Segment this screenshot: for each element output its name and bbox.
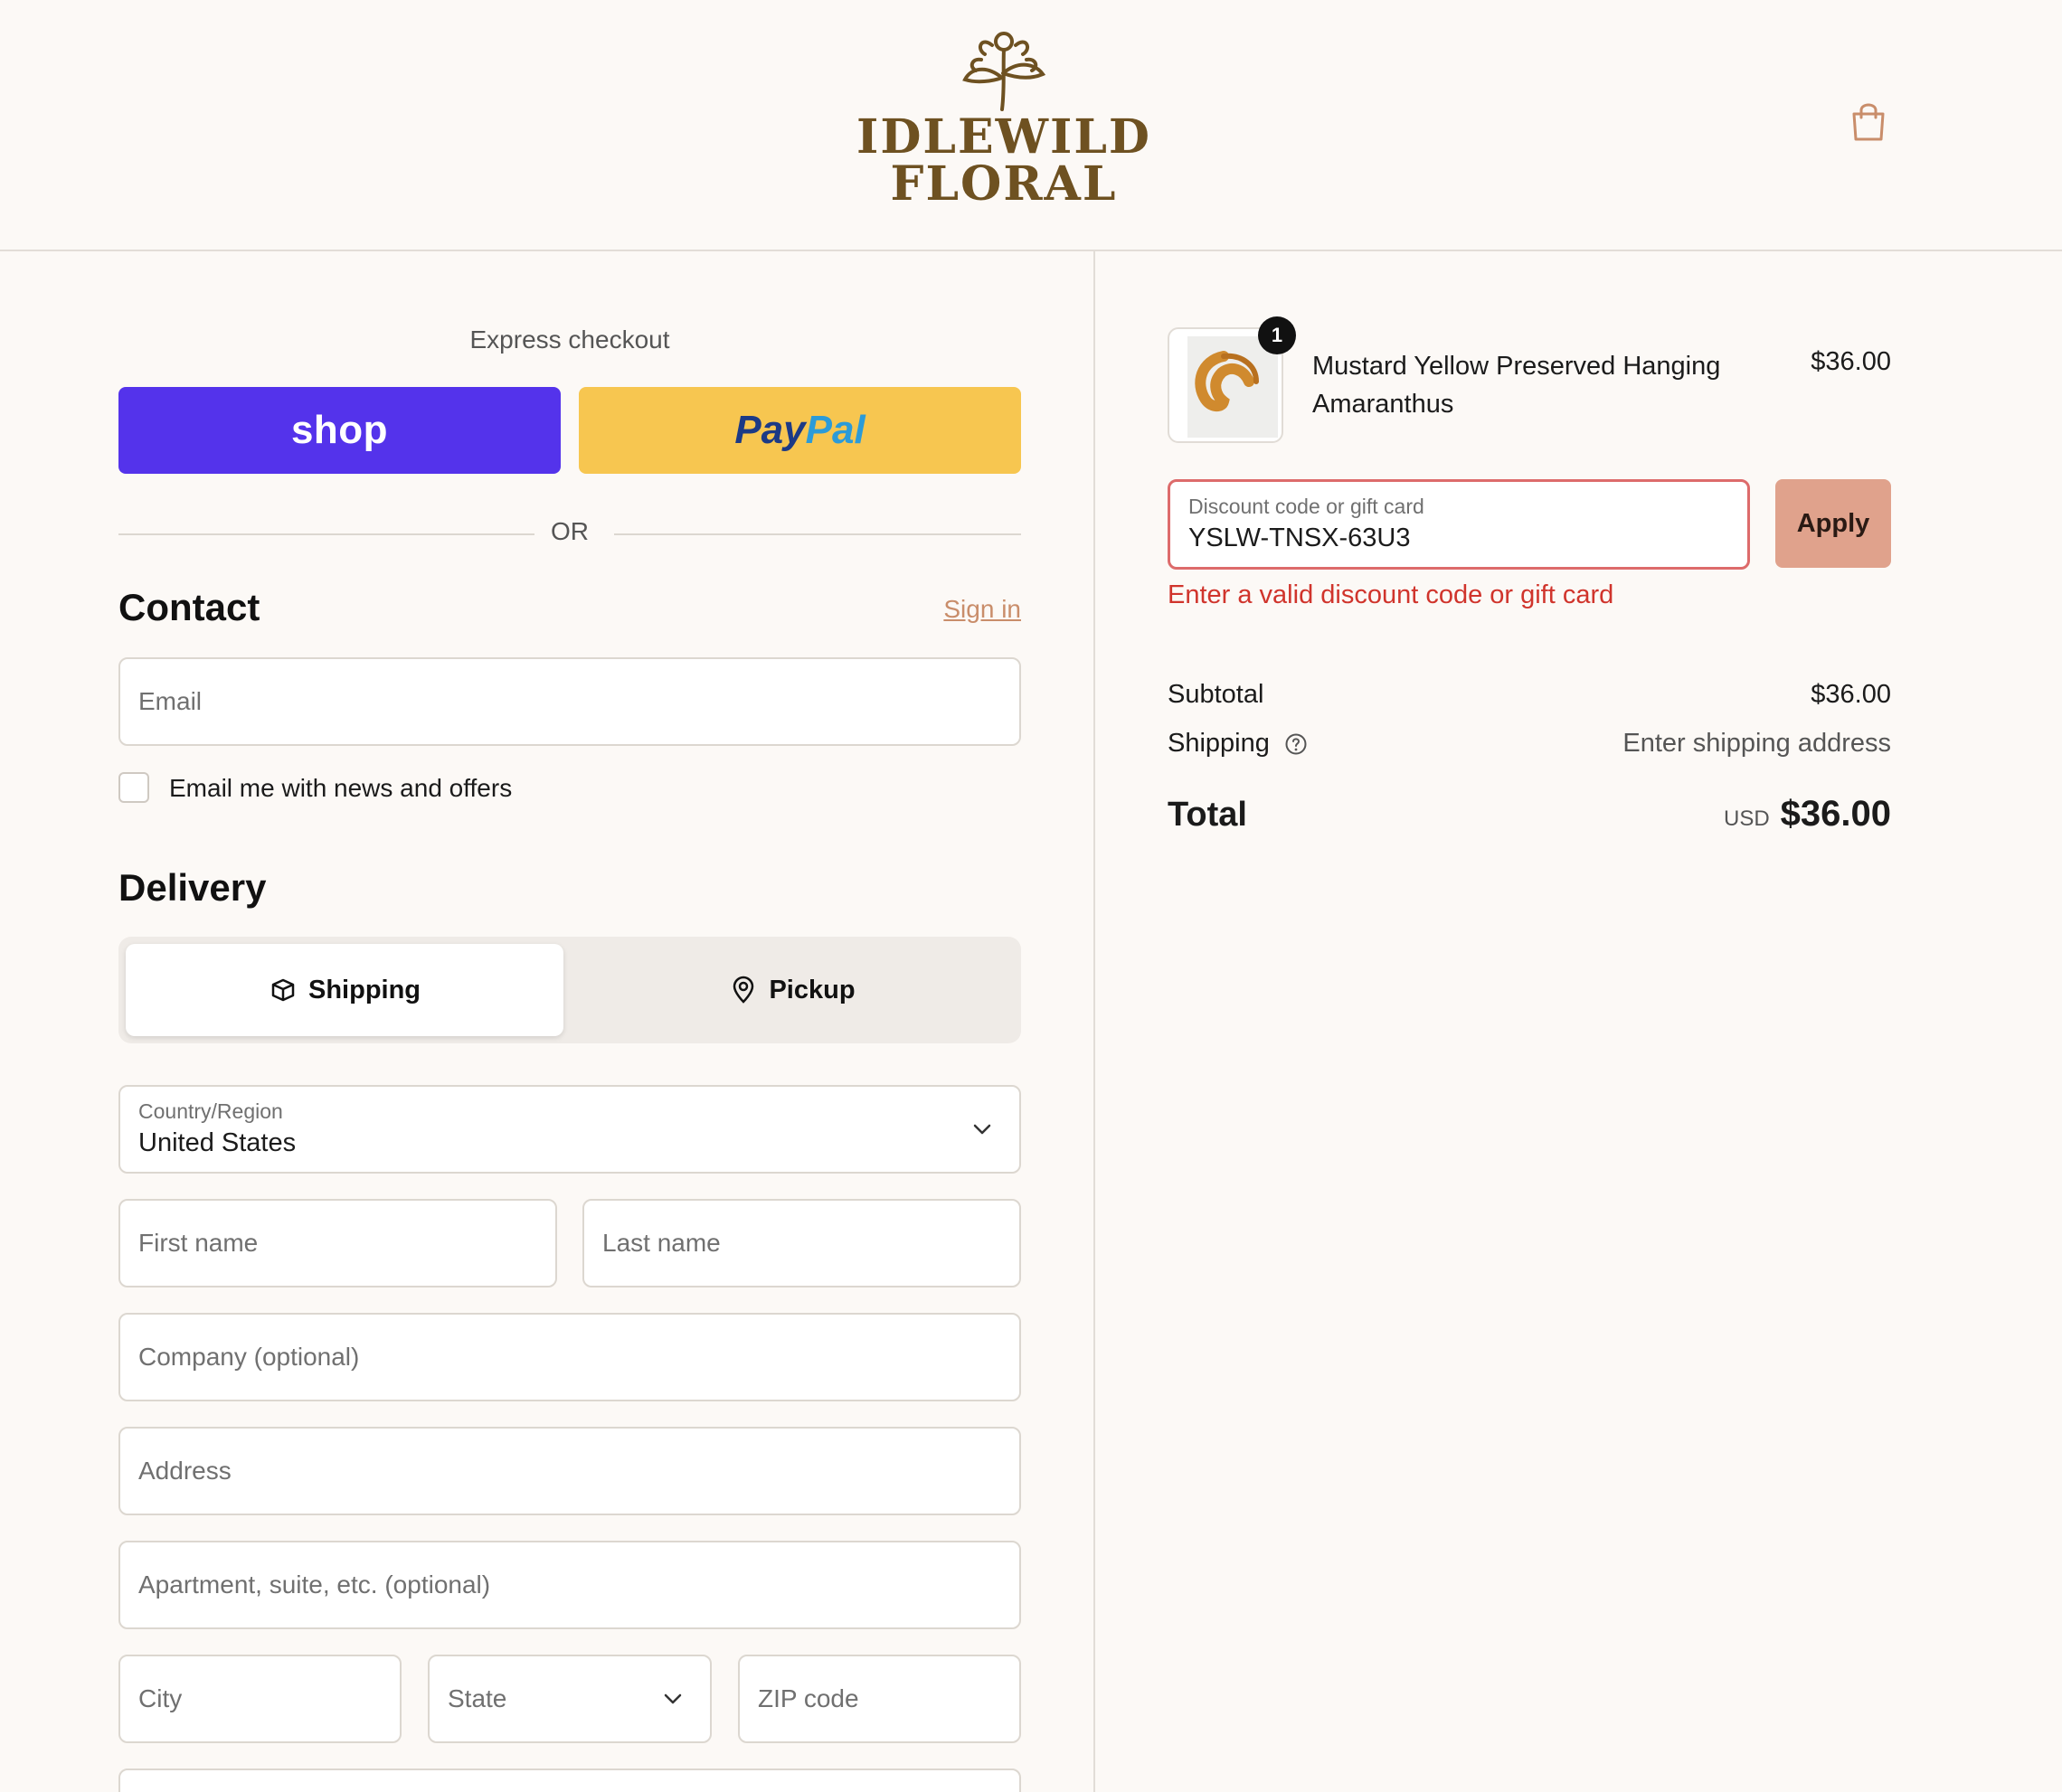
tab-shipping-label: Shipping xyxy=(307,975,421,1004)
company-placeholder: Company (optional) xyxy=(138,1343,360,1371)
state-placeholder: State xyxy=(448,1684,507,1712)
tab-pickup[interactable]: Pickup xyxy=(571,944,1014,1036)
header: IDLEWILD FLORAL xyxy=(0,0,2062,251)
country-select[interactable]: Country/Region United States xyxy=(118,1085,1021,1174)
subtotal-value: $36.00 xyxy=(1811,680,1891,709)
country-label: Country/Region xyxy=(138,1099,283,1123)
sign-in-link[interactable]: Sign in xyxy=(943,595,1021,624)
discount-error: Enter a valid discount code or gift card xyxy=(1168,580,1614,609)
express-checkout-title: Express checkout xyxy=(469,325,670,354)
city-field[interactable]: City xyxy=(118,1655,402,1743)
company-field[interactable]: Company (optional) xyxy=(118,1313,1021,1401)
chevron-down-icon xyxy=(973,1124,991,1135)
next-field[interactable] xyxy=(118,1768,1021,1792)
address-placeholder: Address xyxy=(138,1457,232,1485)
total-label: Total xyxy=(1168,796,1247,834)
shipping-row: Shipping Enter shipping address xyxy=(1168,729,1891,759)
shop-pay-label: shop xyxy=(290,408,389,452)
total-value: $36.00 xyxy=(1780,794,1891,834)
product-price: $36.00 xyxy=(1811,347,1891,376)
email-placeholder: Email xyxy=(138,687,203,715)
store-logo[interactable]: IDLEWILD FLORAL xyxy=(856,24,1149,222)
last-name-placeholder: Last name xyxy=(602,1229,721,1257)
paypal-button[interactable]: Pay Pal xyxy=(579,387,1021,474)
or-separator: OR xyxy=(118,515,1021,552)
chevron-down-icon xyxy=(664,1693,682,1704)
quantity-badge: 1 xyxy=(1258,316,1296,354)
paypal-label-pay: Pay xyxy=(734,408,806,452)
apartment-placeholder: Apartment, suite, etc. (optional) xyxy=(138,1570,491,1599)
discount-label: Discount code or gift card xyxy=(1188,495,1424,518)
subtotal-label: Subtotal xyxy=(1168,680,1264,709)
product-name: Mustard Yellow Preserved Hanging Amarant… xyxy=(1312,352,1721,419)
total-amount: USD $36.00 xyxy=(1724,794,1891,835)
logo-line-1: IDLEWILD xyxy=(856,109,1151,165)
last-name-field[interactable]: Last name xyxy=(582,1199,1021,1287)
newsletter-checkbox[interactable] xyxy=(118,772,149,803)
paypal-label-pal: Pal xyxy=(805,408,865,452)
discount-value: YSLW-TNSX-63U3 xyxy=(1188,523,1411,552)
apply-button[interactable]: Apply xyxy=(1775,479,1891,568)
delivery-title: Delivery xyxy=(118,866,267,909)
delivery-method-tabs: Shipping Pickup xyxy=(118,937,1021,1043)
zip-placeholder: ZIP code xyxy=(758,1684,859,1712)
zip-field[interactable]: ZIP code xyxy=(738,1655,1021,1743)
address-field[interactable]: Address xyxy=(118,1427,1021,1515)
total-currency: USD xyxy=(1723,806,1770,831)
shopping-bag-icon[interactable] xyxy=(1849,99,1888,143)
tab-pickup-label: Pickup xyxy=(769,975,856,1004)
apply-label: Apply xyxy=(1796,508,1870,538)
shipping-value: Enter shipping address xyxy=(1622,729,1891,758)
shop-pay-button[interactable]: shop xyxy=(118,387,561,474)
country-value: United States xyxy=(138,1128,297,1157)
tab-shipping[interactable]: Shipping xyxy=(126,944,563,1036)
newsletter-label: Email me with news and offers xyxy=(169,774,513,802)
help-circle-icon[interactable] xyxy=(1284,732,1308,756)
location-pin-icon xyxy=(733,976,754,1004)
state-select[interactable]: State xyxy=(428,1655,712,1743)
subtotal-row: Subtotal $36.00 xyxy=(1168,680,1891,710)
logo-line-2: FLORAL xyxy=(890,156,1118,212)
first-name-field[interactable]: First name xyxy=(118,1199,557,1287)
apartment-field[interactable]: Apartment, suite, etc. (optional) xyxy=(118,1541,1021,1629)
first-name-placeholder: First name xyxy=(138,1229,259,1257)
or-label: OR xyxy=(551,517,589,545)
flower-logo-icon xyxy=(962,32,1046,111)
discount-code-field[interactable]: Discount code or gift card YSLW-TNSX-63U… xyxy=(1168,479,1750,570)
box-icon xyxy=(271,978,295,1002)
contact-title: Contact xyxy=(118,586,260,628)
city-placeholder: City xyxy=(138,1684,183,1712)
column-divider xyxy=(1093,251,1095,1792)
shipping-label: Shipping xyxy=(1168,729,1270,758)
email-field[interactable]: Email xyxy=(118,657,1021,746)
